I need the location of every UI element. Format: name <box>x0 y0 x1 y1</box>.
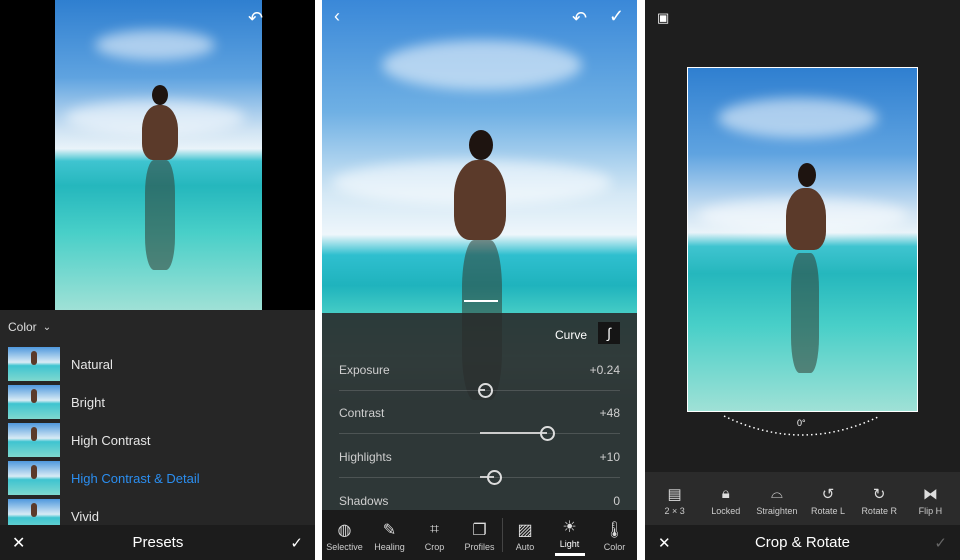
slider-value: +10 <box>599 450 620 464</box>
crop-icon: ⌗ <box>429 521 439 538</box>
check-icon[interactable]: ✓ <box>934 534 947 552</box>
tool-healing[interactable]: ✎ Healing <box>367 518 412 552</box>
thermometer-icon: 🌡 <box>604 522 625 539</box>
photo-preview <box>55 0 262 310</box>
preset-item[interactable]: Bright <box>0 383 315 421</box>
preset-thumbnail <box>8 385 60 419</box>
tool-rotate-l[interactable]: ↺ Rotate L <box>803 482 854 516</box>
slider-value: +0.24 <box>589 363 620 377</box>
preset-thumbnail <box>8 347 60 381</box>
crop-photo[interactable] <box>687 67 918 412</box>
preset-thumbnail <box>8 461 60 495</box>
presets-list: Natural Bright High Contrast High Contrast … <box>0 345 315 535</box>
crop-tool-bar: ▤ 2 × 3 🔒︎ Locked ⌓ Straighten ↺ Rotate L ↻ Rotat… <box>645 472 960 525</box>
slider-value: +48 <box>599 406 620 420</box>
tool-label: Color <box>603 542 626 552</box>
undo-icon[interactable]: ↶ <box>572 8 587 29</box>
tool-label: Crop <box>424 542 445 552</box>
slider-label: Exposure <box>339 363 390 377</box>
chevron-down-icon: ⌄ <box>42 321 52 333</box>
screen-title: Crop & Rotate <box>754 534 851 551</box>
tool-label: Healing <box>374 542 405 552</box>
panel-drag-handle[interactable] <box>464 300 498 302</box>
tool-auto[interactable]: ▨ Auto <box>502 518 547 552</box>
tool-label: Locked <box>711 505 741 516</box>
preset-label: Vivid <box>71 508 99 524</box>
undo-icon[interactable]: ↶ <box>248 8 263 29</box>
tool-color[interactable]: 🌡 Color <box>592 518 637 552</box>
slider-knob[interactable] <box>478 383 494 398</box>
tool-selective[interactable]: ◍ Selective <box>322 518 367 552</box>
preset-label: Natural <box>71 356 113 372</box>
tool-label: Profiles <box>464 542 495 552</box>
aspect-toggle-icon[interactable]: ▣ <box>657 10 669 26</box>
aspect-icon: ▤ <box>667 485 682 503</box>
bottom-bar: ✕ Presets ✓ <box>0 525 315 560</box>
light-edit-screen: ‹ ↶ ✓ Curve ∫ Exposure +0.24 Contrast +4… <box>322 0 637 560</box>
slider-knob[interactable] <box>539 426 555 441</box>
category-label: Color <box>8 320 37 334</box>
rotate-left-icon: ↺ <box>821 485 835 503</box>
slider-label: Highlights <box>339 450 392 464</box>
screen-title: Presets <box>132 534 184 551</box>
tool-label: Light <box>559 538 580 549</box>
preset-thumbnail <box>8 423 60 457</box>
profiles-icon: ❐ <box>472 522 487 539</box>
tool-2-3[interactable]: ▤ 2 × 3 <box>649 482 700 516</box>
tool-label: Auto <box>515 542 535 552</box>
close-icon[interactable]: ✕ <box>12 533 25 553</box>
curve-button[interactable]: ∫ <box>598 322 620 344</box>
slider-fill <box>479 432 547 434</box>
tool-label: 2 × 3 <box>664 505 685 516</box>
close-icon[interactable]: ✕ <box>658 534 671 552</box>
light-adjustments-panel: Curve ∫ Exposure +0.24 Contrast +48 High… <box>322 313 637 510</box>
tool-bar: ◍ Selective ✎ Healing ⌗ Crop ❐ Profiles ▨ Auto ☀ Li… <box>322 510 637 560</box>
preset-item[interactable]: High Contrast & Detail <box>0 459 315 497</box>
tool-label: Selective <box>326 542 363 552</box>
category-dropdown[interactable]: Color ⌄ <box>8 320 51 334</box>
back-icon[interactable]: ‹ <box>334 6 340 27</box>
straighten-icon: ⌓ <box>770 485 783 502</box>
tool-label: Straighten <box>756 505 798 516</box>
tool-straighten[interactable]: ⌓ Straighten <box>751 482 802 516</box>
tool-crop[interactable]: ⌗ Crop <box>412 518 457 552</box>
preset-label: Bright <box>71 394 105 410</box>
auto-icon: ▨ <box>517 522 533 539</box>
check-icon[interactable]: ✓ <box>290 534 303 552</box>
rotate-right-icon: ↻ <box>872 485 886 503</box>
preset-item[interactable]: High Contrast <box>0 421 315 459</box>
preset-label: High Contrast <box>71 432 151 448</box>
tool-label: Flip H <box>918 505 943 516</box>
tool-label: Rotate R <box>861 505 897 516</box>
tool-locked[interactable]: 🔒︎ Locked <box>700 482 751 516</box>
bandage-icon: ✎ <box>382 522 397 539</box>
check-icon[interactable]: ✓ <box>609 6 624 27</box>
active-indicator <box>554 552 585 556</box>
flip-horizontal-icon: ⧓ <box>922 485 938 503</box>
slider-label: Contrast <box>339 406 385 420</box>
lock-icon: 🔒︎ <box>721 485 730 502</box>
slider-label: Shadows <box>339 494 389 508</box>
angle-readout: 0° <box>797 418 806 428</box>
selective-brush-icon: ◍ <box>337 522 352 539</box>
slider-knob[interactable] <box>486 470 502 485</box>
tool-rotate-r[interactable]: ↻ Rotate R <box>854 482 905 516</box>
tool-label: Rotate L <box>811 505 846 516</box>
bottom-bar: ✕ Crop & Rotate ✓ <box>645 525 960 560</box>
crop-rotate-screen: ▣ 0° ▤ 2 × 3 🔒︎ Locked ⌓ Straighten ↺ Rotate L ↻… <box>645 0 960 560</box>
slider-value: 0 <box>613 494 620 508</box>
preset-item[interactable]: Natural <box>0 345 315 383</box>
tool-profiles[interactable]: ❐ Profiles <box>457 518 502 552</box>
presets-screen: ↶ Color ⌄ Natural Bright High Contrast High… <box>0 0 315 560</box>
sun-icon: ☀ <box>562 518 577 536</box>
tool-light[interactable]: ☀ Light <box>547 515 592 556</box>
preset-label: High Contrast & Detail <box>71 470 200 486</box>
curve-label: Curve <box>555 328 588 342</box>
tool-flip-h[interactable]: ⧓ Flip H <box>905 482 956 516</box>
